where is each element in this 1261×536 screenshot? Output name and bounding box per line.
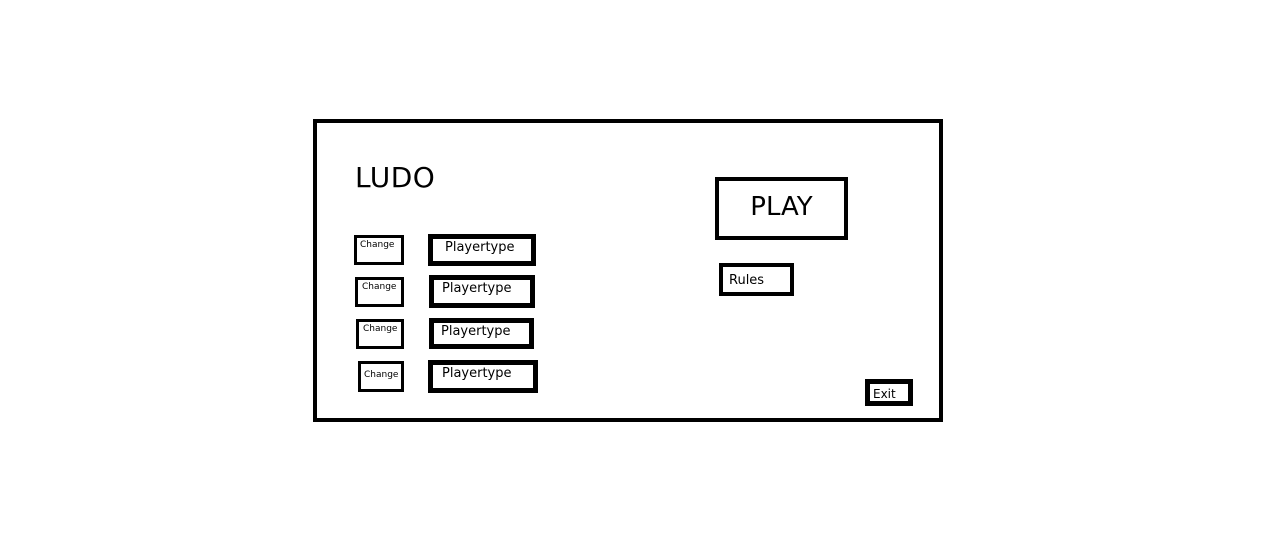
- player-3-type-field[interactable]: Playertype: [429, 318, 534, 349]
- player-3-change-button[interactable]: Change: [356, 319, 404, 349]
- player-4-change-button[interactable]: Change: [358, 361, 404, 392]
- player-2-change-button[interactable]: Change: [355, 277, 404, 307]
- game-title: LUDO: [355, 161, 436, 194]
- player-1-type-field[interactable]: Playertype: [428, 234, 536, 266]
- rules-button[interactable]: Rules: [719, 263, 794, 296]
- player-2-type-field[interactable]: Playertype: [429, 275, 535, 308]
- main-menu-window: LUDO Change Playertype Change Playertype…: [313, 119, 943, 422]
- player-4-type-field[interactable]: Playertype: [428, 360, 538, 393]
- player-1-change-button[interactable]: Change: [354, 235, 404, 265]
- play-button[interactable]: PLAY: [715, 177, 848, 240]
- exit-button[interactable]: Exit: [865, 379, 913, 406]
